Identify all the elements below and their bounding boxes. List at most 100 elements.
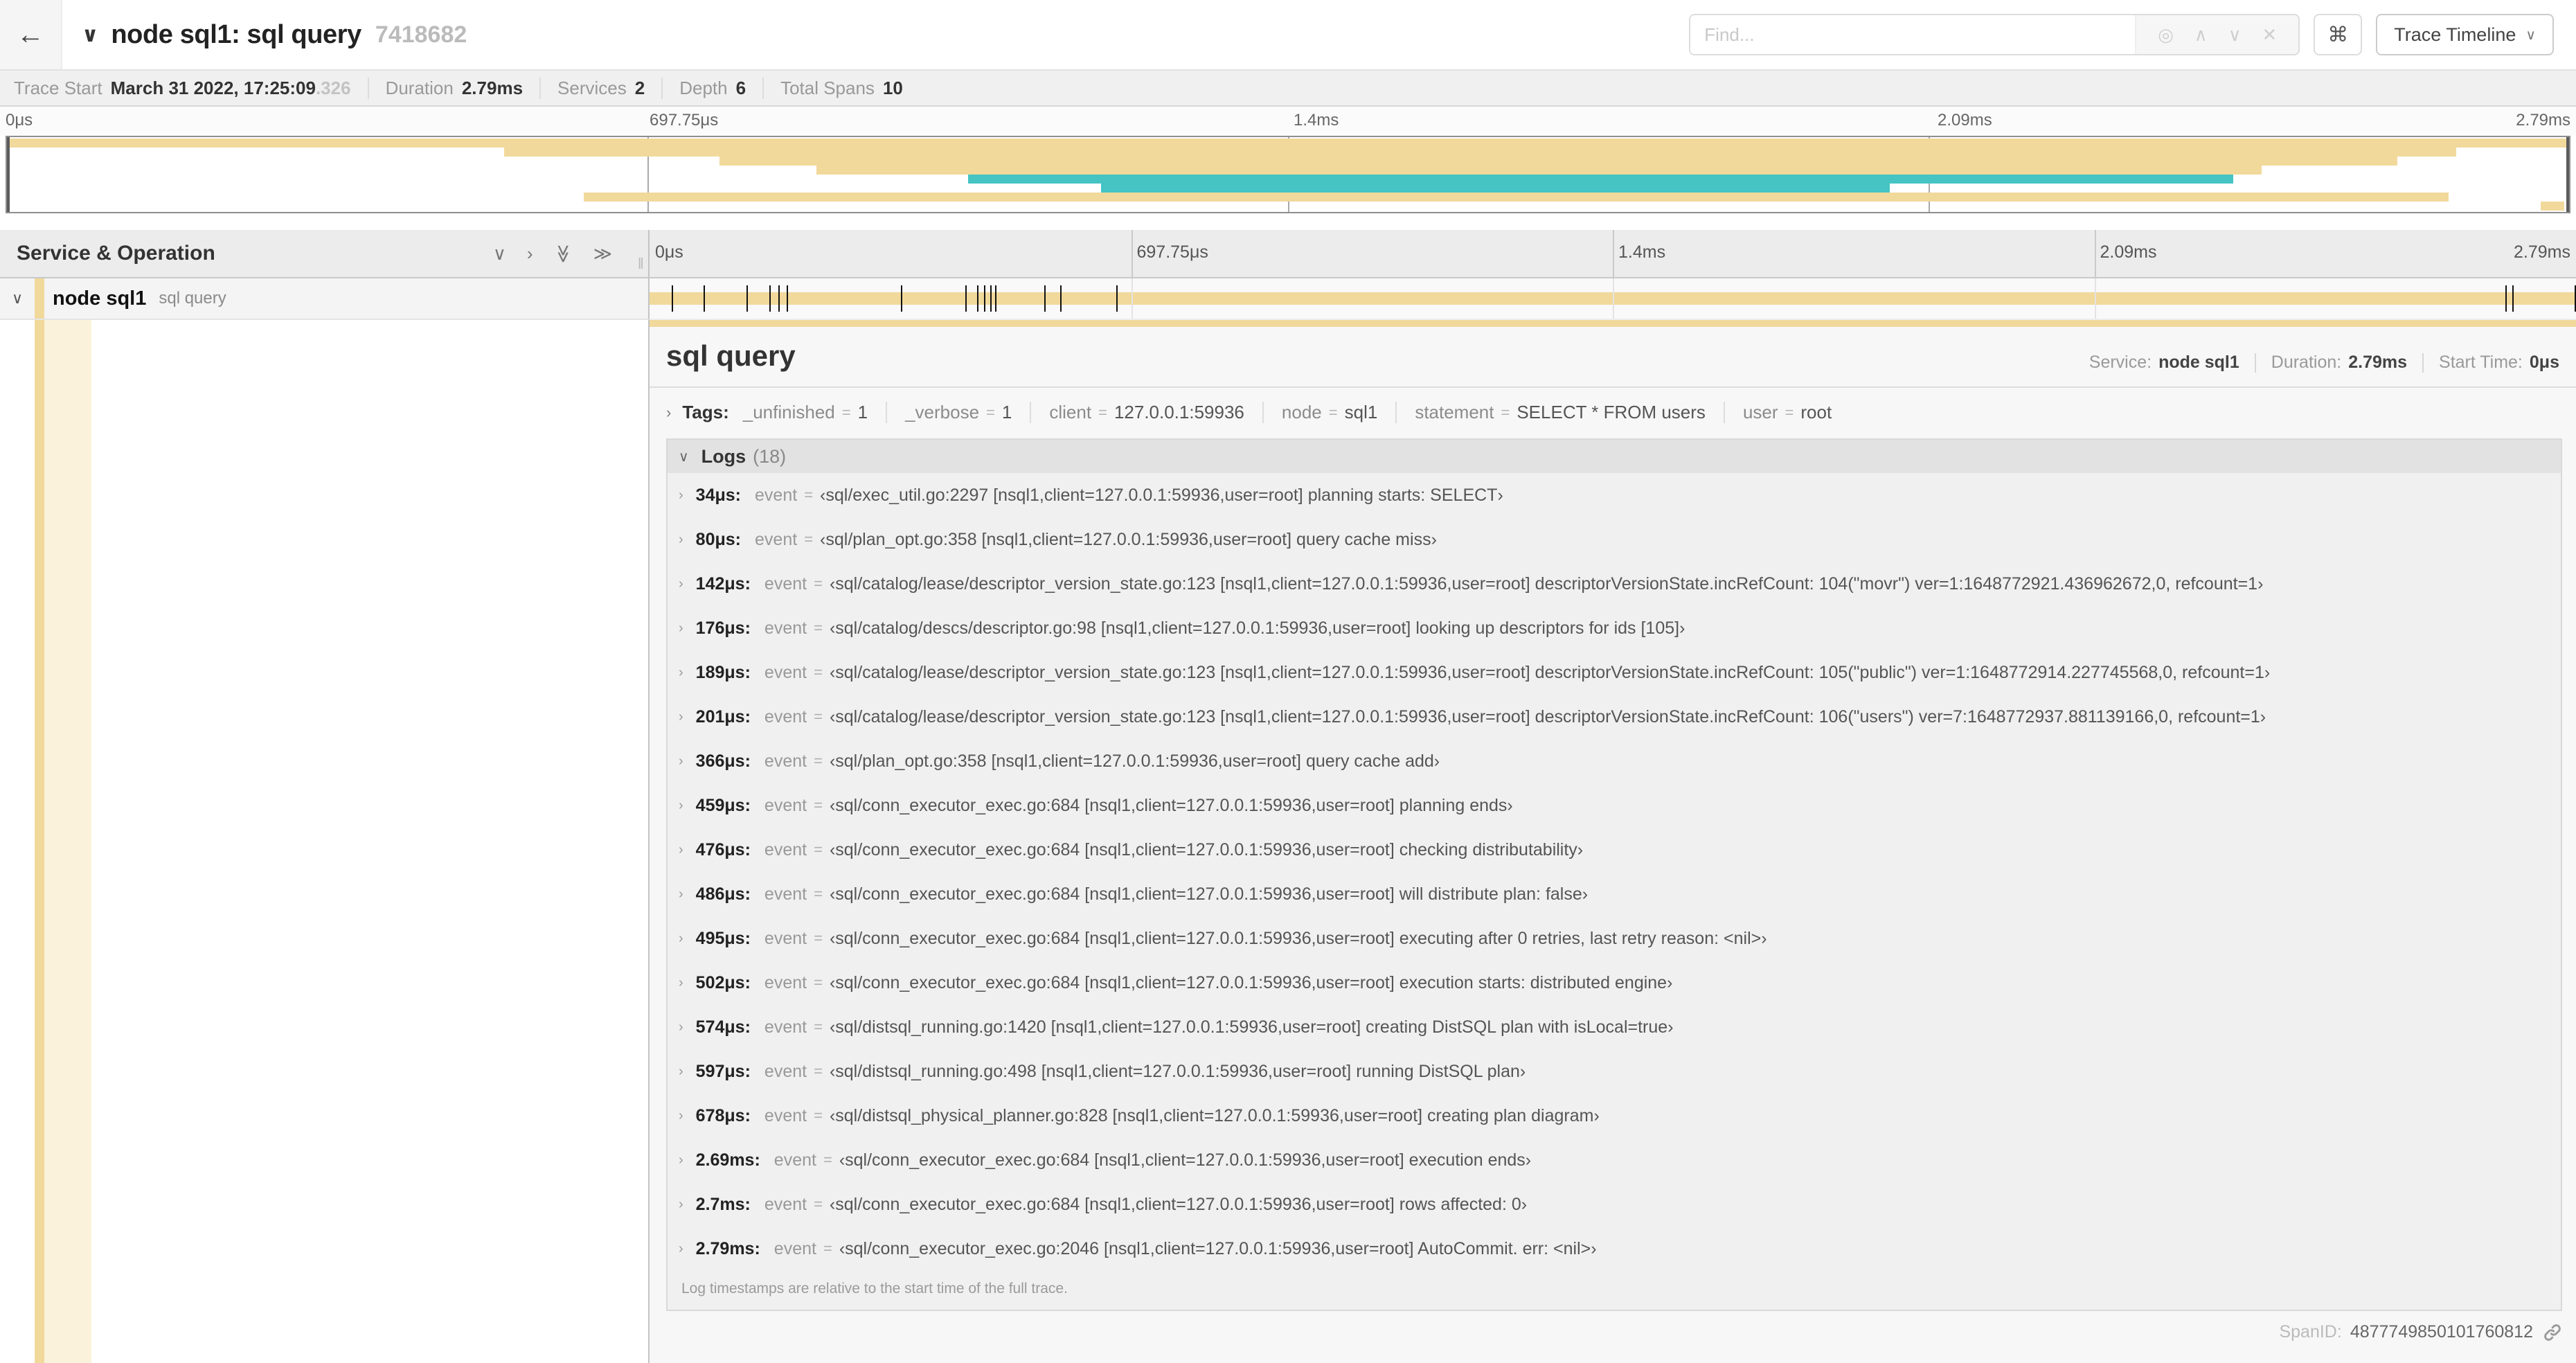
log-expander-chevron-icon[interactable]: › xyxy=(679,1019,683,1035)
log-field-key: event xyxy=(764,706,807,727)
expand-one-icon[interactable]: › xyxy=(527,243,533,265)
meta-divider xyxy=(2254,353,2256,373)
log-entry-row[interactable]: › 201μs: event = ‹sql/catalog/lease/desc… xyxy=(668,695,2561,739)
find-next-icon[interactable]: ∨ xyxy=(2228,24,2242,46)
minimap-right-scrubber[interactable] xyxy=(2566,137,2569,212)
log-entry-row[interactable]: › 574μs: event = ‹sql/distsql_running.go… xyxy=(668,1005,2561,1049)
log-entry-row[interactable]: › 366μs: event = ‹sql/plan_opt.go:358 [n… xyxy=(668,739,2561,783)
span-bar-cell[interactable] xyxy=(650,278,2576,320)
log-entry-row[interactable]: › 476μs: event = ‹sql/conn_executor_exec… xyxy=(668,828,2561,872)
logs-collapse-chevron-icon[interactable]: ∨ xyxy=(679,448,689,465)
logs-header[interactable]: ∨ Logs (18) xyxy=(668,440,2561,473)
log-field-key: event xyxy=(764,884,807,904)
find-clear-icon[interactable]: ✕ xyxy=(2262,24,2278,46)
log-marker xyxy=(1044,285,1046,312)
page-header: ← ∨ node sql1: sql query 7418682 ◎ ∧ ∨ ✕… xyxy=(0,0,2576,71)
tag-item[interactable]: node = sql1 xyxy=(1262,402,1395,423)
link-icon[interactable] xyxy=(2543,1323,2562,1342)
log-field-key: event xyxy=(764,1194,807,1214)
log-field-value: ‹sql/plan_opt.go:358 [nsql1,client=127.0… xyxy=(829,751,1440,771)
log-expander-chevron-icon[interactable]: › xyxy=(679,842,683,858)
log-expander-chevron-icon[interactable]: › xyxy=(679,532,683,548)
log-expander-chevron-icon[interactable]: › xyxy=(679,975,683,991)
log-entry-row[interactable]: › 502μs: event = ‹sql/conn_executor_exec… xyxy=(668,961,2561,1005)
aim-icon[interactable]: ◎ xyxy=(2158,24,2174,46)
span-service-name: node sql1 xyxy=(53,287,147,310)
tag-value: 1 xyxy=(1001,402,1012,422)
service-operation-heading: Service & Operation xyxy=(17,242,215,265)
log-expander-chevron-icon[interactable]: › xyxy=(679,1064,683,1080)
log-expander-chevron-icon[interactable]: › xyxy=(679,798,683,814)
log-timestamp: 176μs: xyxy=(695,618,751,638)
log-expander-chevron-icon[interactable]: › xyxy=(679,488,683,504)
log-expander-chevron-icon[interactable]: › xyxy=(679,887,683,902)
log-entry-row[interactable]: › 2.79ms: event = ‹sql/conn_executor_exe… xyxy=(668,1227,2561,1271)
log-entry-row[interactable]: › 2.69ms: event = ‹sql/conn_executor_exe… xyxy=(668,1138,2561,1182)
log-expander-chevron-icon[interactable]: › xyxy=(679,709,683,725)
find-prev-icon[interactable]: ∧ xyxy=(2194,24,2208,46)
log-expander-chevron-icon[interactable]: › xyxy=(679,576,683,592)
log-entry-row[interactable]: › 176μs: event = ‹sql/catalog/descs/desc… xyxy=(668,606,2561,650)
log-entry-row[interactable]: › 597μs: event = ‹sql/distsql_running.go… xyxy=(668,1049,2561,1094)
column-resizer-grip[interactable]: ‖ xyxy=(638,255,644,273)
log-equals: = xyxy=(814,619,823,636)
tags-expander-chevron-icon[interactable]: › xyxy=(666,404,671,422)
log-entry-row[interactable]: › 459μs: event = ‹sql/conn_executor_exec… xyxy=(668,783,2561,828)
service-color-stripe xyxy=(35,278,44,319)
collapse-one-icon[interactable]: ∨ xyxy=(493,243,506,265)
log-field-key: event xyxy=(764,1017,807,1037)
log-expander-chevron-icon[interactable]: › xyxy=(679,931,683,947)
tick-label: 2.79ms xyxy=(2516,111,2570,130)
tick-label: 697.75μs xyxy=(650,111,719,130)
view-selector-button[interactable]: Trace Timeline ∨ xyxy=(2376,14,2554,55)
tick-label: 1.4ms xyxy=(1294,111,1339,130)
log-entry-row[interactable]: › 495μs: event = ‹sql/conn_executor_exec… xyxy=(668,916,2561,961)
expand-all-icon[interactable]: ≫ xyxy=(593,243,612,265)
log-entry-row[interactable]: › 142μs: event = ‹sql/catalog/lease/desc… xyxy=(668,562,2561,606)
log-entry-row[interactable]: › 189μs: event = ‹sql/catalog/lease/desc… xyxy=(668,650,2561,695)
minimap-left-scrubber[interactable] xyxy=(7,137,10,212)
log-field-key: event xyxy=(755,485,798,505)
log-entry-row[interactable]: › 486μs: event = ‹sql/conn_executor_exec… xyxy=(668,872,2561,916)
log-expander-chevron-icon[interactable]: › xyxy=(679,1197,683,1213)
log-expander-chevron-icon[interactable]: › xyxy=(679,754,683,769)
log-expander-chevron-icon[interactable]: › xyxy=(679,1241,683,1257)
log-timestamp: 476μs: xyxy=(695,839,751,859)
log-entry-row[interactable]: › 678μs: event = ‹sql/distsql_physical_p… xyxy=(668,1094,2561,1138)
span-name-cell[interactable]: ∨ node sql1 sql query xyxy=(0,278,650,320)
trace-id: 7418682 xyxy=(375,21,467,48)
find-input[interactable] xyxy=(1690,15,2136,54)
span-operation-title: sql query xyxy=(666,339,796,372)
collapse-trace-chevron-icon[interactable]: ∨ xyxy=(82,23,98,47)
log-field-key: event xyxy=(764,751,807,771)
log-marker xyxy=(976,285,978,312)
log-entry-row[interactable]: › 80μs: event = ‹sql/plan_opt.go:358 [ns… xyxy=(668,517,2561,562)
tag-item[interactable]: user = root xyxy=(1723,402,1850,423)
minimap-canvas[interactable] xyxy=(6,136,2570,213)
log-equals: = xyxy=(823,1240,832,1257)
log-timestamp: 2.79ms: xyxy=(695,1238,760,1258)
tree-collapse-controls: ∨ › ≫ ≫ xyxy=(493,243,632,265)
keyboard-shortcuts-button[interactable]: ⌘ xyxy=(2314,14,2363,55)
tag-key: _verbose xyxy=(905,402,980,422)
span-expander-chevron-icon[interactable]: ∨ xyxy=(0,289,35,308)
log-expander-chevron-icon[interactable]: › xyxy=(679,1152,683,1168)
tag-item[interactable]: statement = SELECT * FROM users xyxy=(1395,402,1724,423)
tags-row[interactable]: › Tags: _unfinished = 1 _verbose = 1 cli… xyxy=(650,388,2576,438)
log-entry-row[interactable]: › 2.7ms: event = ‹sql/conn_executor_exec… xyxy=(668,1182,2561,1227)
log-expander-chevron-icon[interactable]: › xyxy=(679,621,683,636)
tag-item[interactable]: client = 127.0.0.1:59936 xyxy=(1030,402,1262,423)
log-expander-chevron-icon[interactable]: › xyxy=(679,665,683,681)
collapse-all-icon[interactable]: ≫ xyxy=(553,244,574,262)
duration-label: Duration: xyxy=(2271,353,2342,372)
log-marker xyxy=(965,285,967,312)
duration-value: 2.79ms xyxy=(2348,353,2408,372)
tag-item[interactable]: _verbose = 1 xyxy=(886,402,1030,423)
logs-label: Logs xyxy=(701,445,746,467)
log-entry-row[interactable]: › 34μs: event = ‹sql/exec_util.go:2297 [… xyxy=(668,473,2561,517)
tag-item[interactable]: _unfinished = 1 xyxy=(743,402,886,423)
back-button[interactable]: ← xyxy=(0,0,62,69)
log-equals: = xyxy=(814,1062,823,1080)
trace-info-label: Duration xyxy=(385,77,454,98)
log-expander-chevron-icon[interactable]: › xyxy=(679,1108,683,1124)
